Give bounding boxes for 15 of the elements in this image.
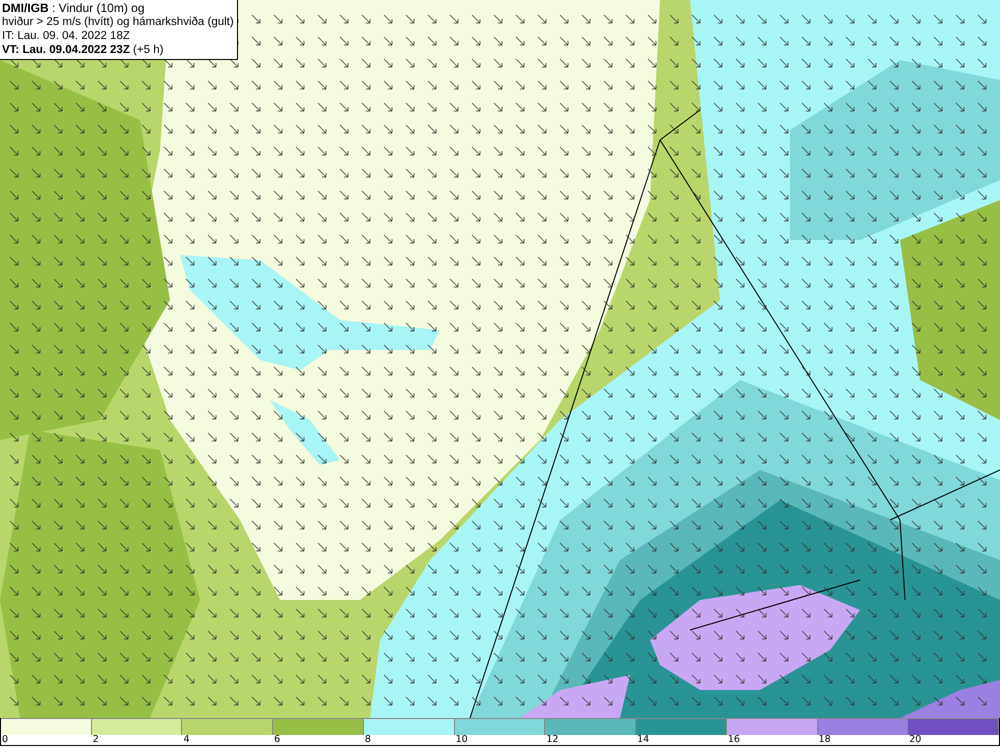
legend-label: 20 <box>909 735 922 745</box>
legend-label: 4 <box>183 735 190 745</box>
legend-label: 2 <box>92 735 99 745</box>
info-text: DMI/IGB : Vindur (10m) og <box>2 1 146 15</box>
legend-label: 18 <box>818 735 831 745</box>
legend-label: 6 <box>274 735 280 745</box>
info-text: IT: Lau. 09. 04. 2022 18Z <box>2 29 131 43</box>
legend-label: 8 <box>364 735 371 745</box>
legend-label: 14 <box>637 735 650 745</box>
legend-label: 16 <box>728 735 740 745</box>
legend-label: 12 <box>546 735 558 745</box>
info-text: VT: Lau. 09.04.2022 23Z (+5 h) <box>2 43 164 57</box>
info-text: hviður > 25 m/s (hvítt) og hámarkshviða (gult) <box>2 15 234 29</box>
legend-label: 0 <box>2 735 8 745</box>
legend-label: 10 <box>456 735 468 745</box>
